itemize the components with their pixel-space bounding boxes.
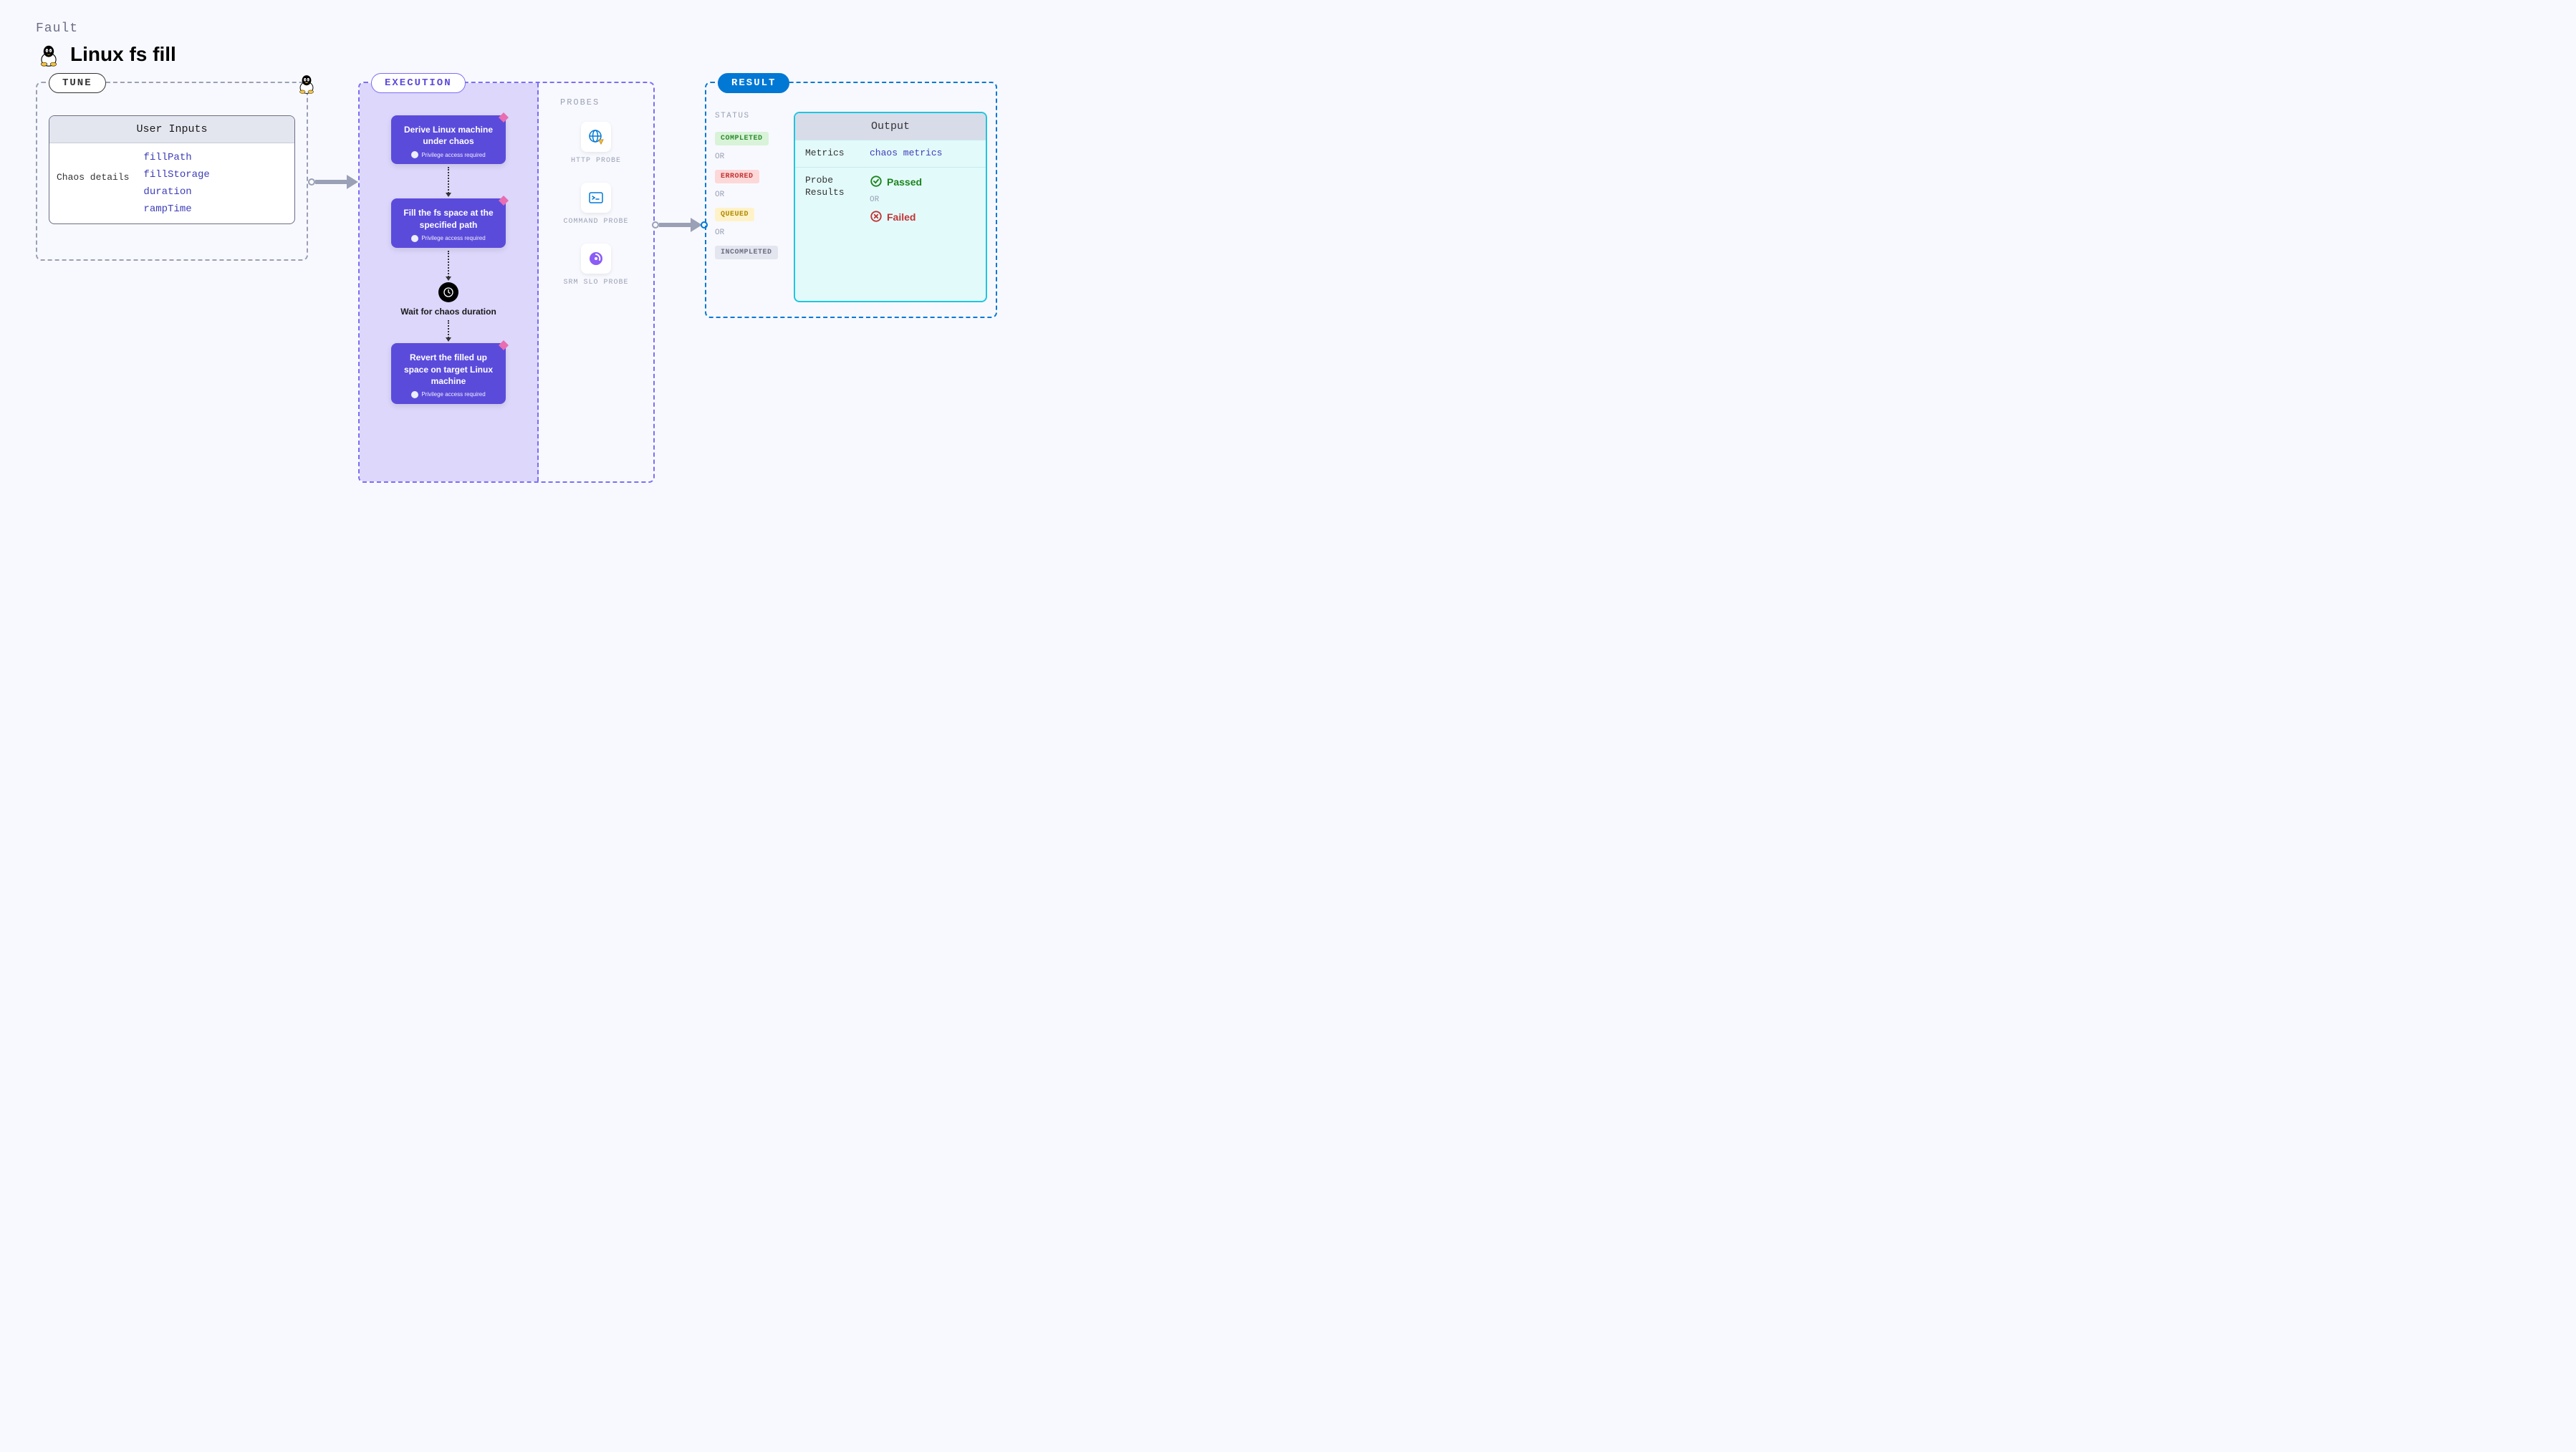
chaos-details-label: Chaos details xyxy=(57,152,143,215)
step-title: Fill the fs space at the specified path xyxy=(401,207,496,230)
result-stage: RESULT STATUS COMPLETED OR ERRORED OR QU… xyxy=(705,82,997,318)
privilege-note: Privilege access required xyxy=(401,391,496,398)
output-header: Output xyxy=(795,113,986,140)
user-inputs-body: Chaos details fillPath fillStorage durat… xyxy=(49,143,294,223)
chaos-icon xyxy=(499,340,509,350)
chaos-icon xyxy=(499,112,509,122)
check-icon xyxy=(870,175,883,190)
failed-text: Failed xyxy=(887,211,915,223)
user-inputs-header: User Inputs xyxy=(49,116,294,143)
connector xyxy=(448,251,449,279)
input-list: fillPath fillStorage duration rampTime xyxy=(143,152,209,215)
status-completed-badge: COMPLETED xyxy=(715,132,769,145)
linux-icon xyxy=(36,42,62,67)
probe-results-values: Passed OR Failed xyxy=(870,175,922,225)
passed-indicator: Passed xyxy=(870,175,922,190)
metrics-row: Metrics chaos metrics xyxy=(795,140,986,167)
terminal-icon xyxy=(581,183,611,213)
chaos-icon xyxy=(499,196,509,206)
probe-name: HTTP PROBE xyxy=(560,156,632,165)
execution-stage: EXECUTION Derive Linux machine under cha… xyxy=(358,82,655,483)
passed-text: Passed xyxy=(887,176,922,188)
wait-text: Wait for chaos duration xyxy=(400,307,496,318)
execution-label: EXECUTION xyxy=(371,73,466,93)
status-heading: STATUS xyxy=(715,112,779,120)
failed-indicator: Failed xyxy=(870,210,922,225)
or-text: OR xyxy=(870,196,922,204)
connector xyxy=(448,320,449,340)
probe-name: SRM SLO PROBE xyxy=(560,278,632,287)
output-box: Output Metrics chaos metrics Probe Resul… xyxy=(794,112,987,302)
or-text: OR xyxy=(715,153,779,161)
page-title: Linux fs fill xyxy=(70,43,176,66)
probe-results-key: Probe Results xyxy=(805,175,870,199)
probes-panel: PROBES HTTP PROBE COMMAND PROBE SRM SLO … xyxy=(539,83,653,481)
step-revert: Revert the filled up space on target Lin… xyxy=(391,343,506,404)
http-probe: HTTP PROBE xyxy=(560,122,632,165)
step-fill-fs: Fill the fs space at the specified path … xyxy=(391,198,506,247)
privilege-note: Privilege access required xyxy=(401,235,496,242)
gauge-icon xyxy=(581,244,611,274)
execution-steps: Derive Linux machine under chaos Privile… xyxy=(360,83,539,481)
x-icon xyxy=(870,210,883,225)
metrics-key: Metrics xyxy=(805,148,870,160)
input-duration: duration xyxy=(143,186,209,198)
tune-label: TUNE xyxy=(49,73,106,93)
globe-icon xyxy=(581,122,611,152)
command-probe: COMMAND PROBE xyxy=(560,183,632,226)
status-incompleted-badge: INCOMPLETED xyxy=(715,246,778,259)
metrics-value: chaos metrics xyxy=(870,148,942,158)
result-label: RESULT xyxy=(718,73,789,93)
probe-results-row: Probe Results Passed OR Failed xyxy=(795,167,986,232)
tune-stage: TUNE User Inputs Chaos details fillPath … xyxy=(36,82,308,261)
input-ramptime: rampTime xyxy=(143,203,209,215)
status-errored-badge: ERRORED xyxy=(715,170,759,183)
fault-label: Fault xyxy=(36,21,2540,36)
user-inputs-box: User Inputs Chaos details fillPath fillS… xyxy=(49,115,295,224)
probe-name: COMMAND PROBE xyxy=(560,217,632,226)
header: Fault Linux fs fill xyxy=(36,21,2540,67)
or-text: OR xyxy=(715,191,779,199)
wait-step: Wait for chaos duration xyxy=(400,282,496,318)
privilege-note: Privilege access required xyxy=(401,151,496,158)
step-title: Derive Linux machine under chaos xyxy=(401,124,496,147)
diagram: TUNE User Inputs Chaos details fillPath … xyxy=(36,82,2540,483)
arrow-exec-to-result xyxy=(652,218,708,232)
srm-slo-probe: SRM SLO PROBE xyxy=(560,244,632,287)
or-text: OR xyxy=(715,229,779,237)
step-derive-machine: Derive Linux machine under chaos Privile… xyxy=(391,115,506,164)
step-title: Revert the filled up space on target Lin… xyxy=(401,352,496,387)
status-column: STATUS COMPLETED OR ERRORED OR QUEUED OR… xyxy=(715,112,779,302)
clock-icon xyxy=(438,282,458,302)
status-queued-badge: QUEUED xyxy=(715,208,754,221)
connector xyxy=(448,167,449,196)
title-row: Linux fs fill xyxy=(36,42,2540,67)
input-fillstorage: fillStorage xyxy=(143,169,209,181)
input-fillpath: fillPath xyxy=(143,152,209,163)
linux-icon xyxy=(295,72,318,95)
arrow-tune-to-exec xyxy=(308,175,358,189)
probes-label: PROBES xyxy=(560,97,632,107)
